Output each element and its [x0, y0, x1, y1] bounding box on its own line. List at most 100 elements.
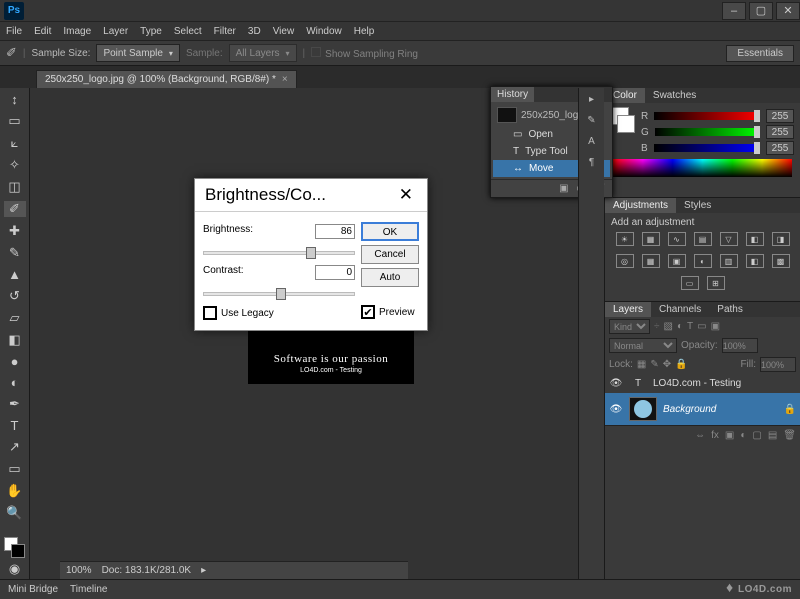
eraser-tool-icon[interactable]: ▱	[4, 310, 26, 326]
contrast-slider[interactable]	[203, 292, 355, 296]
brightness-input[interactable]	[315, 224, 355, 239]
styles-tab[interactable]: Styles	[676, 198, 719, 213]
collapsed-para-icon[interactable]: ¶	[589, 157, 594, 168]
eyedropper-tool-icon[interactable]: ✐	[6, 45, 17, 61]
adj-layer-icon[interactable]: ◐	[740, 430, 746, 441]
lock-pos-icon[interactable]: ✥	[663, 359, 671, 370]
minimize-button[interactable]: –	[722, 2, 746, 20]
menu-layer[interactable]: Layer	[103, 26, 128, 37]
g-input[interactable]	[766, 125, 794, 139]
adj-exposure-icon[interactable]: ▤	[694, 232, 712, 246]
adj-mixer-icon[interactable]: ▦	[642, 254, 660, 268]
document-tab[interactable]: 250x250_logo.jpg @ 100% (Background, RGB…	[36, 70, 297, 88]
quickmask-icon[interactable]: ◉	[4, 561, 26, 577]
adj-vibrance-icon[interactable]: ▽	[720, 232, 738, 246]
filter-shape-icon[interactable]: ▭	[697, 321, 706, 332]
b-slider[interactable]	[654, 144, 760, 152]
opacity-input[interactable]	[722, 338, 758, 353]
menu-filter[interactable]: Filter	[214, 26, 236, 37]
dialog-close-button[interactable]: ✕	[395, 185, 417, 205]
menu-file[interactable]: File	[6, 26, 22, 37]
menu-view[interactable]: View	[273, 26, 295, 37]
move-tool-icon[interactable]: ↕	[4, 92, 26, 107]
fgbg-color-icon[interactable]	[611, 107, 635, 151]
fx-icon[interactable]: fx	[711, 430, 719, 441]
filter-type-icon[interactable]: T	[687, 321, 693, 332]
adj-brightness-icon[interactable]: ☀	[616, 232, 634, 246]
filter-smart-icon[interactable]: ▣	[711, 321, 720, 332]
menu-select[interactable]: Select	[174, 26, 202, 37]
trash-icon[interactable]: 🗑	[783, 430, 796, 441]
sample-size-select[interactable]: Point Sample▾	[96, 44, 180, 62]
menu-type[interactable]: Type	[140, 26, 162, 37]
adj-hue-icon[interactable]: ◧	[746, 232, 764, 246]
collapsed-history-icon[interactable]: ▸	[589, 94, 594, 105]
wand-tool-icon[interactable]: ✧	[4, 157, 26, 173]
close-button[interactable]: ✕	[776, 2, 800, 20]
swatches-tab[interactable]: Swatches	[645, 88, 704, 103]
gradient-tool-icon[interactable]: ◧	[4, 332, 26, 348]
link-layers-icon[interactable]: ⇔	[695, 430, 705, 441]
eyedropper-tool-icon[interactable]: ✐	[4, 201, 26, 217]
adj-curves-icon[interactable]: ∿	[668, 232, 686, 246]
channels-tab[interactable]: Channels	[651, 302, 709, 317]
auto-button[interactable]: Auto	[361, 268, 419, 287]
workspace-switcher[interactable]: Essentials	[726, 45, 794, 62]
layers-tab[interactable]: Layers	[605, 302, 651, 317]
zoom-level[interactable]: 100%	[66, 565, 92, 576]
contrast-input[interactable]	[315, 265, 355, 280]
brush-tool-icon[interactable]: ✎	[4, 245, 26, 261]
show-sampling-ring-checkbox[interactable]: Show Sampling Ring	[311, 47, 418, 60]
hand-tool-icon[interactable]: ✋	[4, 483, 26, 499]
spectrum-picker[interactable]	[613, 159, 792, 177]
visibility-icon[interactable]: 👁	[609, 378, 623, 389]
g-slider[interactable]	[655, 128, 760, 136]
blur-tool-icon[interactable]: ●	[4, 354, 26, 369]
type-tool-icon[interactable]: T	[4, 418, 26, 433]
filter-adj-icon[interactable]: ◐	[677, 321, 683, 332]
adj-threshold-icon[interactable]: ◧	[746, 254, 764, 268]
menu-edit[interactable]: Edit	[34, 26, 51, 37]
menu-window[interactable]: Window	[306, 26, 342, 37]
sample-select[interactable]: All Layers▾	[229, 44, 297, 62]
mini-bridge-tab[interactable]: Mini Bridge	[8, 584, 58, 595]
brightness-slider[interactable]	[203, 251, 355, 255]
adj-bw-icon[interactable]: ◨	[772, 232, 790, 246]
filter-pixel-icon[interactable]: ▧	[664, 321, 673, 332]
new-layer-icon[interactable]: ▤	[768, 430, 777, 441]
adjustments-tab[interactable]: Adjustments	[605, 198, 676, 213]
timeline-tab[interactable]: Timeline	[70, 584, 107, 595]
collapsed-char-icon[interactable]: A	[588, 136, 595, 147]
r-input[interactable]	[766, 109, 794, 123]
adj-photo-icon[interactable]: ◎	[616, 254, 634, 268]
mask-icon[interactable]: ▣	[725, 430, 734, 441]
history-tab[interactable]: History	[491, 87, 534, 102]
adj-invert-icon[interactable]: ◐	[694, 254, 712, 268]
lock-trans-icon[interactable]: ▦	[637, 359, 646, 370]
shape-tool-icon[interactable]: ▭	[4, 461, 26, 477]
fill-input[interactable]	[760, 357, 796, 372]
adj-lookup-icon[interactable]: ▣	[668, 254, 686, 268]
history-doc-icon[interactable]: ▣	[559, 183, 568, 194]
r-slider[interactable]	[654, 112, 760, 120]
visibility-icon[interactable]: 👁	[609, 404, 623, 415]
maximize-button[interactable]: ▢	[749, 2, 773, 20]
menu-help[interactable]: Help	[354, 26, 375, 37]
fgbg-swatch-icon[interactable]	[4, 537, 26, 555]
b-input[interactable]	[766, 141, 794, 155]
heal-tool-icon[interactable]: ✚	[4, 223, 26, 239]
cancel-button[interactable]: Cancel	[361, 245, 419, 264]
status-chevron-icon[interactable]: ▸	[201, 565, 206, 576]
layer-row[interactable]: 👁 T LO4D.com - Testing	[605, 374, 800, 393]
adj-selcolor-icon[interactable]: ▩	[772, 254, 790, 268]
menu-3d[interactable]: 3D	[248, 26, 261, 37]
collapsed-brush-icon[interactable]: ✎	[587, 115, 595, 126]
marquee-tool-icon[interactable]: ▭	[4, 113, 26, 129]
pen-tool-icon[interactable]: ✒	[4, 396, 26, 412]
ok-button[interactable]: OK	[361, 222, 419, 241]
path-tool-icon[interactable]: ↗	[4, 439, 26, 455]
layer-row[interactable]: 👁 Background 🔒	[605, 393, 800, 425]
blend-mode-select[interactable]: Normal	[609, 338, 677, 353]
stamp-tool-icon[interactable]: ▲	[4, 267, 26, 282]
adj-levels-icon[interactable]: ▦	[642, 232, 660, 246]
